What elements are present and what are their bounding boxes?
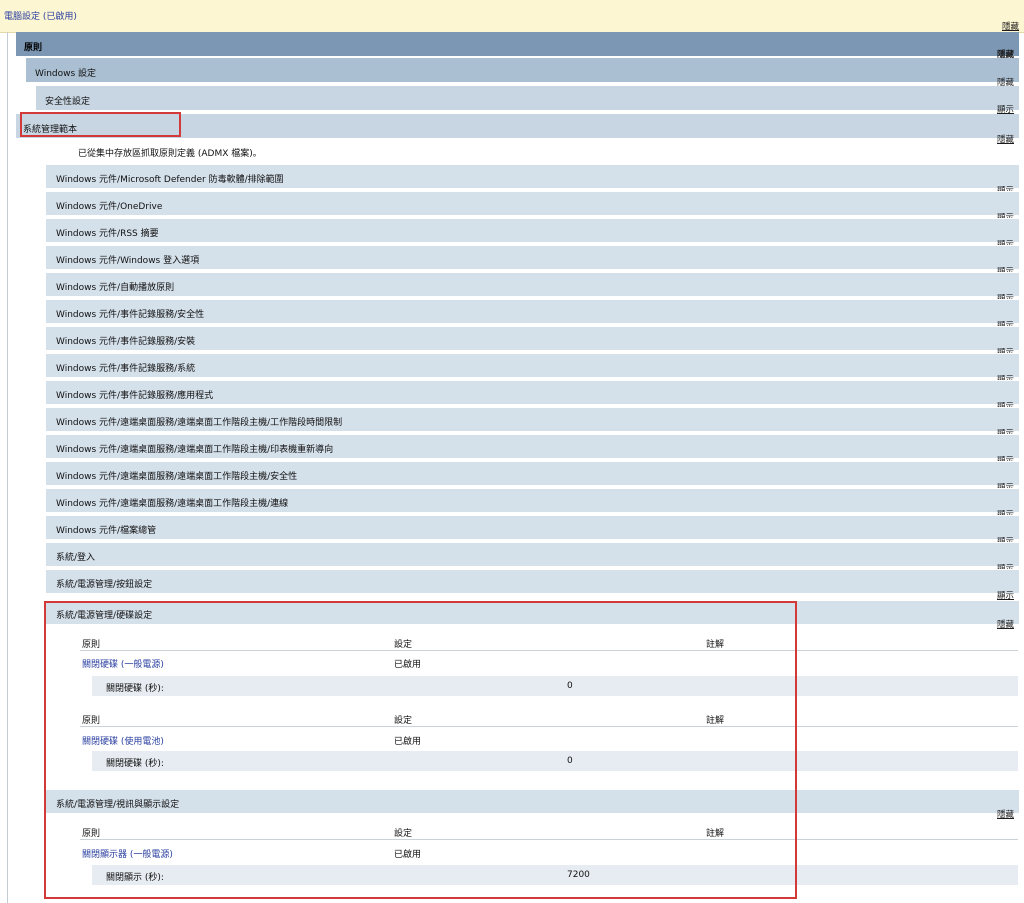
param-label: 關閉硬碟 (秒): [106,684,164,694]
section-admin-templates-toggle[interactable]: 隱藏 [997,133,1014,145]
param-value: 7200 [567,870,590,880]
category-label: Windows 元件/遠端桌面服務/遠端桌面工作階段主機/印表機重新導向 [56,445,334,455]
col-header-policy: 原則 [82,640,101,650]
category-row[interactable]: 系統/登入顯示 [46,542,1019,574]
policy-setting-value: 已啟用 [394,737,422,747]
section-hdd-settings-toggle[interactable]: 隱藏 [997,618,1014,630]
section-policies[interactable]: 原則 隱藏 [16,32,1019,60]
param-label: 關閉顯示 (秒): [106,873,164,883]
computer-config-title: 電腦設定 (已啟用) [4,12,77,22]
category-row[interactable]: Windows 元件/檔案總管顯示 [46,515,1019,547]
section-windows-settings[interactable]: Windows 設定 隱藏 [26,58,1019,88]
category-row[interactable]: Windows 元件/Microsoft Defender 防毒軟體/排除範圍顯… [46,164,1019,196]
param-value: 0 [567,756,573,766]
category-label: Windows 元件/事件記錄服務/安裝 [56,337,196,347]
category-row[interactable]: Windows 元件/遠端桌面服務/遠端桌面工作階段主機/連線顯示 [46,488,1019,520]
col-header-comment: 註解 [706,829,725,839]
section-admin-templates-label: 系統管理範本 [23,125,78,135]
category-row[interactable]: Windows 元件/OneDrive顯示 [46,191,1019,223]
section-security-settings-label: 安全性設定 [45,97,91,107]
section-policies-label: 原則 [24,43,43,53]
category-label: Windows 元件/自動播放原則 [56,283,175,293]
category-row[interactable]: Windows 元件/事件記錄服務/安全性顯示 [46,299,1019,331]
param-row: 關閉硬碟 (秒): 0 [92,676,1018,696]
category-row[interactable]: Windows 元件/事件記錄服務/系統顯示 [46,353,1019,385]
category-label: 系統/登入 [56,553,96,563]
category-row[interactable]: Windows 元件/遠端桌面服務/遠端桌面工作階段主機/印表機重新導向顯示 [46,434,1019,466]
category-label: Windows 元件/事件記錄服務/應用程式 [56,391,214,401]
policy-link[interactable]: 關閉硬碟 (一般電源) [82,657,164,670]
col-header-policy: 原則 [82,716,101,726]
computer-config-header: 電腦設定 (已啟用) 隱藏 [0,0,1024,33]
col-header-setting: 設定 [394,829,413,839]
section-video-settings-toggle[interactable]: 隱藏 [997,808,1014,820]
category-row[interactable]: Windows 元件/遠端桌面服務/遠端桌面工作階段主機/安全性顯示 [46,461,1019,493]
col-header-setting: 設定 [394,640,413,650]
category-row[interactable]: 系統/電源管理/按鈕設定 顯示 [46,569,1019,601]
param-value: 0 [567,681,573,691]
category-label: Windows 元件/遠端桌面服務/遠端桌面工作階段主機/安全性 [56,472,298,482]
section-admin-templates[interactable]: 系統管理範本 隱藏 [16,114,1019,145]
category-label: Windows 元件/Microsoft Defender 防毒軟體/排除範圍 [56,175,284,185]
col-header-policy: 原則 [82,829,101,839]
category-label: Windows 元件/遠端桌面服務/遠端桌面工作階段主機/連線 [56,499,289,509]
category-label: Windows 元件/事件記錄服務/系統 [56,364,196,374]
header-divider [80,839,1018,840]
section-security-settings[interactable]: 安全性設定 顯示 [36,86,1019,115]
policy-link[interactable]: 關閉硬碟 (使用電池) [82,734,164,747]
category-label: Windows 元件/RSS 摘要 [56,229,159,239]
category-row[interactable]: Windows 元件/遠端桌面服務/遠端桌面工作階段主機/工作階段時間限制顯示 [46,407,1019,439]
header-divider [80,726,1018,727]
category-row[interactable]: Windows 元件/事件記錄服務/安裝顯示 [46,326,1019,358]
col-header-comment: 註解 [706,640,725,650]
section-video-settings-label: 系統/電源管理/視訊與顯示設定 [56,800,180,810]
section-hdd-settings[interactable]: 系統/電源管理/硬碟設定隱藏 [46,600,1019,630]
computer-config-toggle[interactable]: 隱藏 [1002,20,1019,32]
category-row[interactable]: Windows 元件/事件記錄服務/應用程式顯示 [46,380,1019,412]
category-label: Windows 元件/遠端桌面服務/遠端桌面工作階段主機/工作階段時間限制 [56,418,343,428]
category-row[interactable]: Windows 元件/Windows 登入選項顯示 [46,245,1019,277]
policy-setting-value: 已啟用 [394,660,422,670]
category-label: Windows 元件/OneDrive [56,202,163,212]
category-label: Windows 元件/檔案總管 [56,526,157,536]
section-video-settings[interactable]: 系統/電源管理/視訊與顯示設定隱藏 [46,789,1019,820]
col-header-setting: 設定 [394,716,413,726]
category-label: Windows 元件/Windows 登入選項 [56,256,200,266]
param-row: 關閉顯示 (秒): 7200 [92,865,1018,885]
policy-link[interactable]: 關閉顯示器 (一般電源) [82,847,173,860]
policy-setting-value: 已啟用 [394,850,422,860]
category-row[interactable]: Windows 元件/自動播放原則顯示 [46,272,1019,304]
param-row: 關閉硬碟 (秒): 0 [92,751,1018,771]
admx-note: 已從集中存放區抓取原則定義 (ADMX 檔案)。 [78,149,262,159]
param-label: 關閉硬碟 (秒): [106,759,164,769]
tree-guide-line [7,32,8,903]
section-windows-settings-label: Windows 設定 [35,69,97,79]
category-row[interactable]: Windows 元件/RSS 摘要顯示 [46,218,1019,250]
category-label: 系統/電源管理/按鈕設定 [56,580,153,590]
header-divider [80,650,1018,651]
section-hdd-settings-label: 系統/電源管理/硬碟設定 [56,611,153,621]
col-header-comment: 註解 [706,716,725,726]
category-label: Windows 元件/事件記錄服務/安全性 [56,310,205,320]
